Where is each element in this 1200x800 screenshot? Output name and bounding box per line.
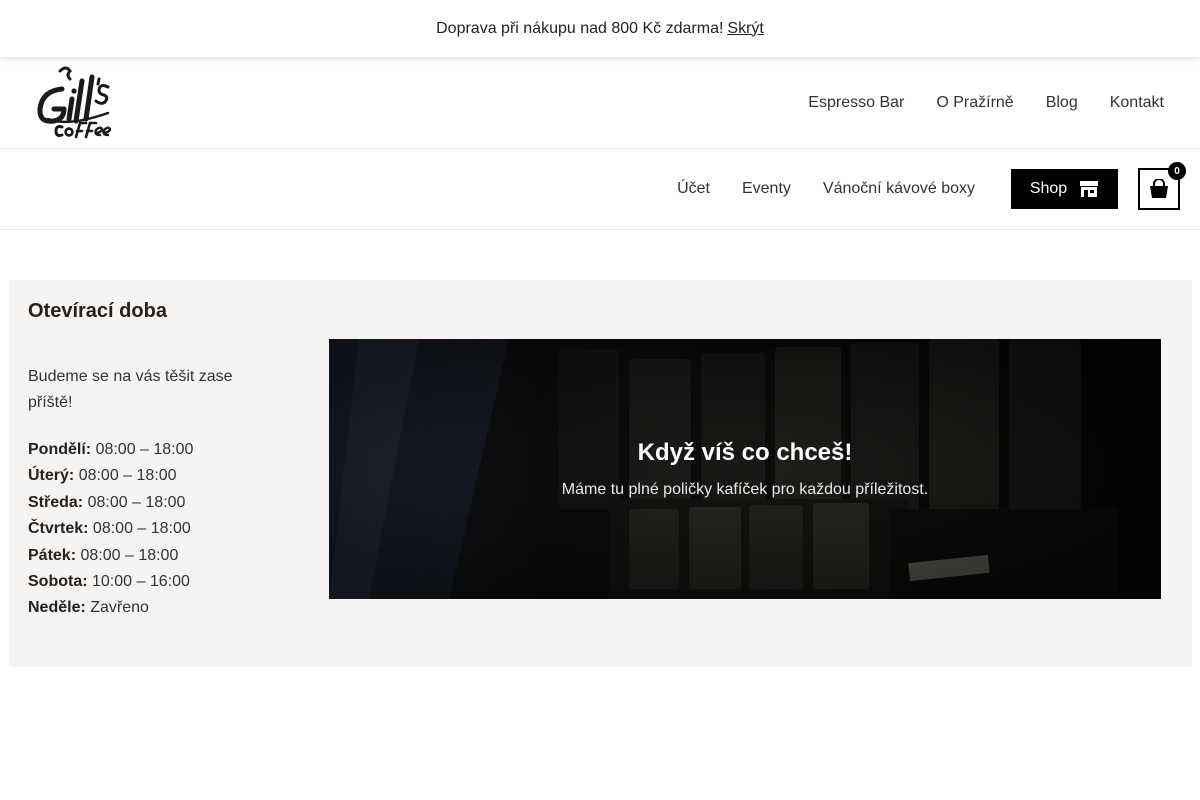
site-logo[interactable] [36, 65, 116, 141]
hours-row: Pátek: 08:00 – 18:00 [28, 543, 193, 569]
hours-row: Sobota: 10:00 – 16:00 [28, 569, 193, 595]
notice-message: Doprava při nákupu nad 800 Kč zdarma! [436, 19, 724, 37]
hours-time: 08:00 – 18:00 [87, 493, 186, 511]
hours-day: Pátek: [28, 546, 77, 564]
promo-text: Když víš co chceš! Máme tu plné poličky … [329, 339, 1161, 599]
hours-row: Čtvrtek: 08:00 – 18:00 [28, 516, 193, 542]
shop-button-label: Shop [1029, 180, 1068, 197]
header-bottom: Účet Eventy Vánoční kávové boxy Shop 0 [0, 149, 1200, 230]
hours-time: 08:00 – 18:00 [92, 520, 191, 538]
nav-espresso-bar[interactable]: Espresso Bar [808, 94, 904, 112]
gills-coffee-logo-icon [37, 66, 112, 139]
opening-hours-section: Otevírací doba Budeme se na vás těšit za… [9, 280, 1192, 667]
opening-hours-title: Otevírací doba [28, 300, 167, 322]
hours-time: 10:00 – 16:00 [92, 573, 190, 591]
opening-hours-intro: Budeme se na vás těšit zase příště! [28, 368, 233, 411]
hours-time: 08:00 – 18:00 [78, 467, 177, 485]
shipping-notice-bar: Doprava při nákupu nad 800 Kč zdarma! Sk… [0, 0, 1200, 57]
nav-vanocni-boxy[interactable]: Vánoční kávové boxy [823, 180, 975, 198]
nav-blog[interactable]: Blog [1046, 94, 1078, 112]
hours-time: Zavřeno [90, 599, 149, 617]
primary-nav: Espresso Bar O Pražírně Blog Kontakt [808, 57, 1164, 148]
hours-row: Úterý: 08:00 – 18:00 [28, 463, 193, 489]
nav-ucet[interactable]: Účet [677, 180, 710, 198]
secondary-nav: Účet Eventy Vánoční kávové boxy [677, 149, 975, 229]
cart-count-badge: 0 [1168, 162, 1186, 180]
shopping-bag-icon [1150, 179, 1168, 198]
nav-kontakt[interactable]: Kontakt [1110, 94, 1164, 112]
hours-row: Pondělí: 08:00 – 18:00 [28, 437, 193, 463]
hours-day: Čtvrtek: [28, 520, 89, 538]
promo-subheading: Máme tu plné poličky kafíček pro každou … [561, 481, 929, 498]
cart-button[interactable]: 0 [1138, 162, 1186, 210]
hours-time: 08:00 – 18:00 [80, 546, 179, 564]
opening-hours-list: Pondělí: 08:00 – 18:00 Úterý: 08:00 – 18… [28, 437, 193, 622]
hours-day: Sobota: [28, 573, 88, 591]
hours-day: Neděle: [28, 599, 86, 617]
dismiss-notice-link[interactable]: Skrýt [727, 20, 763, 38]
hours-row: Neděle: Zavřeno [28, 595, 193, 621]
shop-button[interactable]: Shop [1011, 169, 1118, 209]
hours-day: Pondělí: [28, 441, 92, 458]
hours-row: Středa: 08:00 – 18:00 [28, 490, 193, 516]
nav-o-prazirne[interactable]: O Pražírně [936, 94, 1013, 112]
promo-heading: Když víš co chceš! [637, 439, 853, 466]
header-top: Espresso Bar O Pražírně Blog Kontakt [0, 57, 1200, 149]
promo-banner[interactable]: Když víš co chceš! Máme tu plné poličky … [329, 339, 1161, 599]
hours-time: 08:00 – 18:00 [95, 441, 194, 458]
nav-eventy[interactable]: Eventy [742, 180, 791, 198]
hours-day: Středa: [28, 493, 84, 511]
hours-day: Úterý: [28, 467, 75, 485]
storefront-icon [1080, 181, 1099, 197]
